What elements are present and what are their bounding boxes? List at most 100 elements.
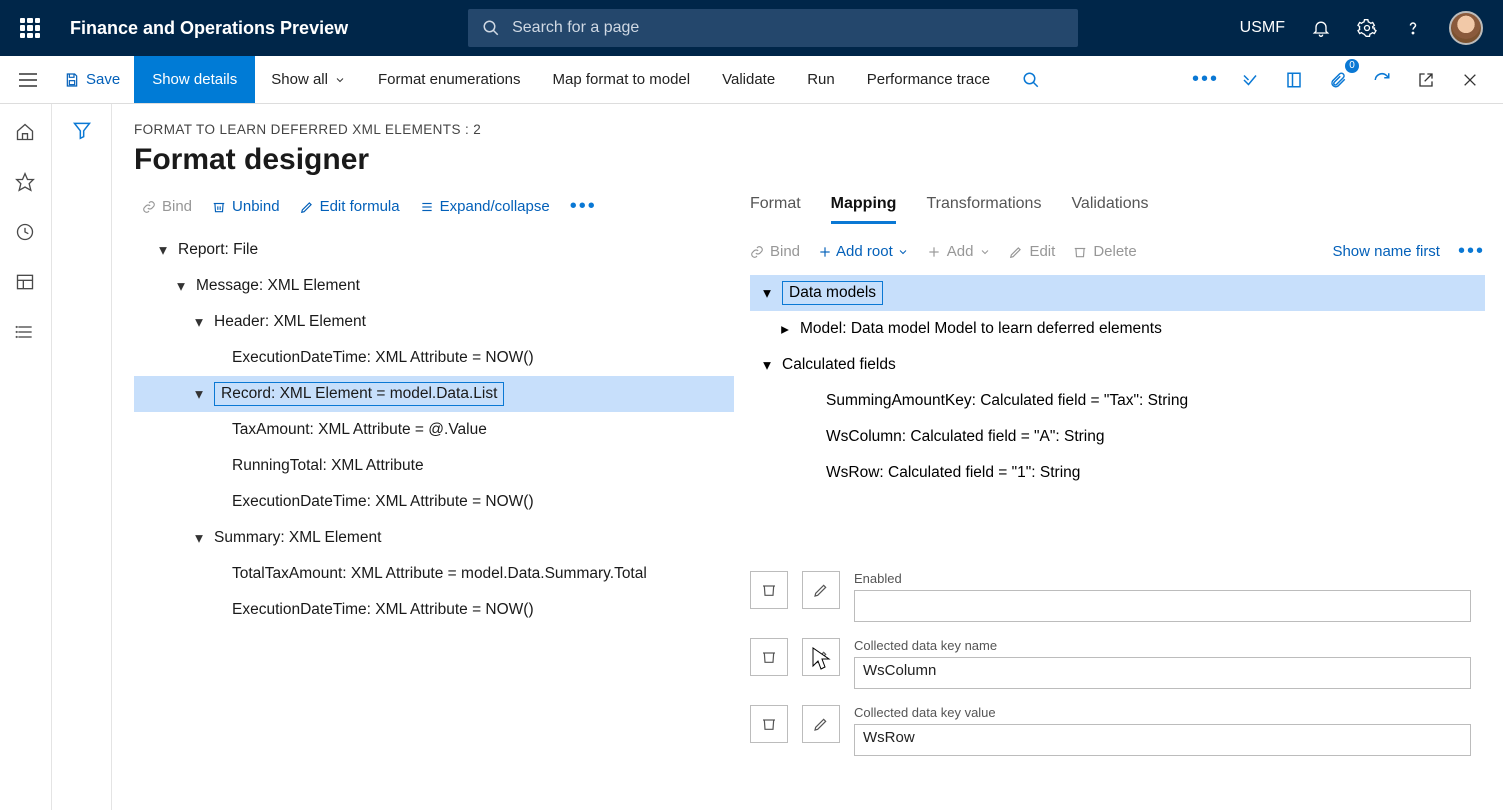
caret-down-icon: ▾ <box>192 529 206 548</box>
mapping-node-selected[interactable]: ▾Data models <box>750 275 1485 311</box>
mapping-delete-button[interactable]: Delete <box>1073 243 1136 260</box>
tree-node[interactable]: ExecutionDateTime: XML Attribute = NOW() <box>134 340 734 376</box>
edit-property-button[interactable] <box>802 705 840 743</box>
nav-toggle-icon[interactable] <box>6 56 50 104</box>
show-all-button[interactable]: Show all <box>255 56 362 103</box>
validate-button[interactable]: Validate <box>706 56 791 103</box>
trash-icon <box>212 200 226 214</box>
tree-node[interactable]: ▾Report: File <box>134 232 734 268</box>
show-details-button[interactable]: Show details <box>134 56 255 103</box>
collected-key-value-value[interactable]: WsRow <box>854 724 1471 756</box>
tab-transformations[interactable]: Transformations <box>926 195 1041 224</box>
format-tree: ▾Report: File ▾Message: XML Element ▾Hea… <box>134 232 734 628</box>
mapping-bind-button[interactable]: Bind <box>750 243 800 260</box>
mapping-add-button[interactable]: Add <box>927 243 992 260</box>
list-icon <box>420 200 434 214</box>
tab-validations[interactable]: Validations <box>1071 195 1148 224</box>
mapping-edit-button[interactable]: Edit <box>1009 243 1055 260</box>
pencil-icon <box>813 582 829 598</box>
gear-icon[interactable] <box>1357 18 1377 38</box>
trash-icon <box>761 716 777 732</box>
format-enumerations-button[interactable]: Format enumerations <box>362 56 537 103</box>
trash-icon <box>761 582 777 598</box>
tree-node[interactable]: ▾Message: XML Element <box>134 268 734 304</box>
prop-enabled: Enabled <box>750 571 1471 622</box>
tree-node[interactable]: ExecutionDateTime: XML Attribute = NOW() <box>134 592 734 628</box>
mapping-node[interactable]: WsColumn: Calculated field = "A": String <box>750 419 1485 455</box>
save-button[interactable]: Save <box>50 56 134 103</box>
plus-icon <box>927 245 941 259</box>
search-cmd-icon[interactable] <box>1006 56 1056 103</box>
global-search[interactable]: Search for a page <box>468 9 1078 47</box>
collected-key-name-value[interactable]: WsColumn <box>854 657 1471 689</box>
more-cmd-icon[interactable]: ••• <box>1192 68 1219 91</box>
attachments-button[interactable]: 0 <box>1325 67 1351 93</box>
mapping-tree: ▾Data models ▸Model: Data model Model to… <box>750 275 1485 531</box>
unbind-button[interactable]: Unbind <box>212 198 280 215</box>
mapping-node[interactable]: ▾Calculated fields <box>750 347 1485 383</box>
mapping-toolbar-more[interactable]: ••• <box>1458 240 1485 263</box>
map-format-to-model-button[interactable]: Map format to model <box>537 56 707 103</box>
tree-node-selected[interactable]: ▾Record: XML Element = model.Data.List <box>134 376 734 412</box>
tree-node[interactable]: RunningTotal: XML Attribute <box>134 448 734 484</box>
run-button[interactable]: Run <box>791 56 851 103</box>
filter-column <box>52 104 112 810</box>
edit-formula-button[interactable]: Edit formula <box>300 198 400 215</box>
tool-icon-a[interactable] <box>1237 67 1263 93</box>
left-rail <box>0 104 52 810</box>
format-toolbar-more[interactable]: ••• <box>570 195 597 218</box>
office-icon[interactable] <box>1281 67 1307 93</box>
bell-icon[interactable] <box>1311 18 1331 38</box>
help-icon[interactable] <box>1403 18 1423 38</box>
topnav-right: USMF <box>1240 11 1483 45</box>
performance-trace-button[interactable]: Performance trace <box>851 56 1006 103</box>
property-list: Enabled Collected data key name WsColumn <box>750 571 1485 756</box>
tree-node[interactable]: ExecutionDateTime: XML Attribute = NOW() <box>134 484 734 520</box>
format-pane: Bind Unbind Edit formula Expand/collapse… <box>134 195 744 810</box>
expand-collapse-button[interactable]: Expand/collapse <box>420 198 550 215</box>
modules-icon[interactable] <box>15 322 37 344</box>
trash-icon <box>761 649 777 665</box>
mapping-node[interactable]: ▸Model: Data model Model to learn deferr… <box>750 311 1485 347</box>
search-placeholder: Search for a page <box>512 19 639 37</box>
delete-property-button[interactable] <box>750 638 788 676</box>
user-avatar[interactable] <box>1449 11 1483 45</box>
show-name-first-button[interactable]: Show name first <box>1332 243 1440 260</box>
mapping-node[interactable]: SummingAmountKey: Calculated field = "Ta… <box>750 383 1485 419</box>
add-root-button[interactable]: Add root <box>818 243 909 260</box>
mapping-node[interactable]: WsRow: Calculated field = "1": String <box>750 455 1485 491</box>
tree-node[interactable]: TaxAmount: XML Attribute = @.Value <box>134 412 734 448</box>
page-title: Format designer <box>134 143 1503 177</box>
breadcrumb: FORMAT TO LEARN DEFERRED XML ELEMENTS : … <box>134 122 1503 137</box>
pencil-icon <box>1009 245 1023 259</box>
enabled-value[interactable] <box>854 590 1471 622</box>
trash-icon <box>1073 245 1087 259</box>
workspaces-icon[interactable] <box>15 272 37 294</box>
caret-down-icon: ▾ <box>156 241 170 260</box>
app-launcher-icon[interactable] <box>20 18 40 38</box>
company-code[interactable]: USMF <box>1240 19 1285 37</box>
delete-property-button[interactable] <box>750 705 788 743</box>
edit-property-button[interactable] <box>802 638 840 676</box>
favorites-icon[interactable] <box>15 172 37 194</box>
caret-down-icon: ▾ <box>760 356 774 375</box>
paperclip-icon <box>1329 71 1347 89</box>
close-icon[interactable] <box>1457 67 1483 93</box>
recent-icon[interactable] <box>15 222 37 244</box>
edit-property-button[interactable] <box>802 571 840 609</box>
tree-node[interactable]: ▾Header: XML Element <box>134 304 734 340</box>
delete-property-button[interactable] <box>750 571 788 609</box>
mapping-toolbar: Bind Add root Add Edit <box>750 240 1485 263</box>
format-toolbar: Bind Unbind Edit formula Expand/collapse… <box>134 195 734 218</box>
tab-format[interactable]: Format <box>750 195 801 224</box>
caret-down-icon: ▾ <box>192 313 206 332</box>
tree-node[interactable]: ▾Summary: XML Element <box>134 520 734 556</box>
tree-node[interactable]: TotalTaxAmount: XML Attribute = model.Da… <box>134 556 734 592</box>
refresh-icon[interactable] <box>1369 67 1395 93</box>
bind-button[interactable]: Bind <box>142 198 192 215</box>
tab-mapping[interactable]: Mapping <box>831 195 897 224</box>
home-icon[interactable] <box>15 122 37 144</box>
funnel-icon[interactable] <box>72 120 92 810</box>
show-all-label: Show all <box>271 71 328 88</box>
popout-icon[interactable] <box>1413 67 1439 93</box>
